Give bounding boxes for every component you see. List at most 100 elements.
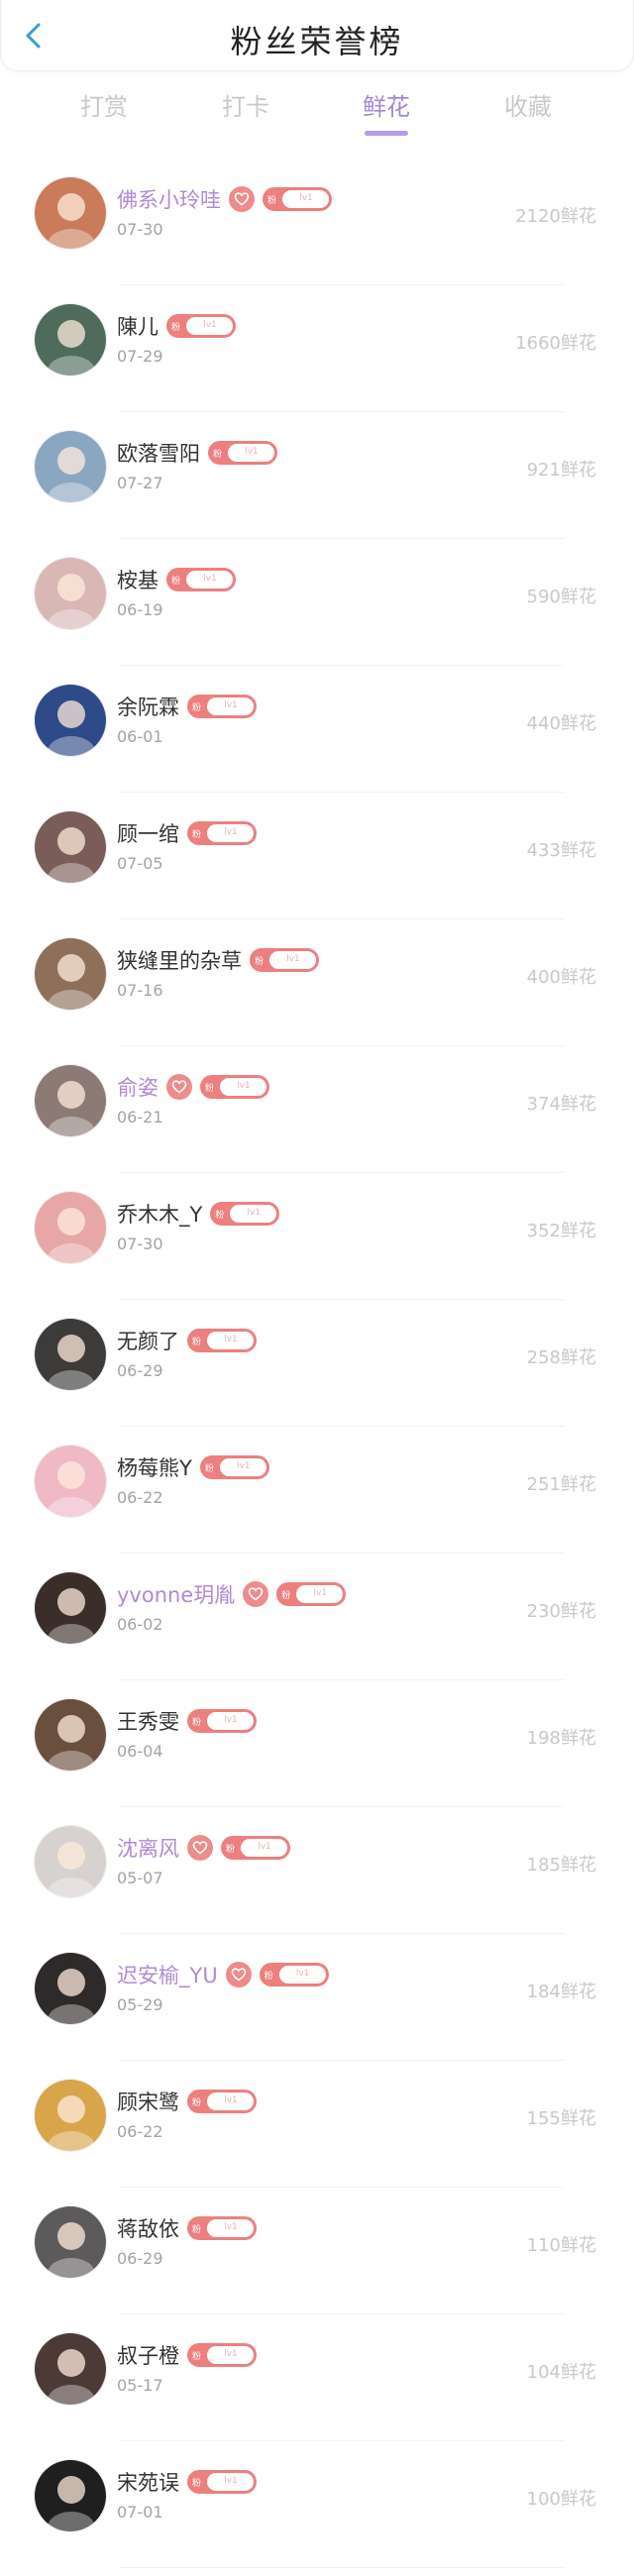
badge-level: lv1 xyxy=(245,447,259,457)
avatar-image xyxy=(35,2206,106,2278)
badge-level: lv1 xyxy=(224,1335,238,1344)
avatar[interactable] xyxy=(34,937,107,1011)
fan-row[interactable]: 无颜了 粉 lv1 06-29 258鲜花 xyxy=(0,1300,634,1427)
avatar[interactable] xyxy=(34,176,107,250)
fan-row[interactable]: 宋苑误 粉 lv1 07-01 100鲜花 xyxy=(0,2441,634,2568)
fan-date: 07-30 xyxy=(117,1234,163,1253)
avatar[interactable] xyxy=(34,1445,107,1518)
badge-level: lv1 xyxy=(295,1969,310,1979)
name-line: 狭缝里的杂草 粉 lv1 xyxy=(117,945,319,975)
heart-icon xyxy=(229,186,255,212)
avatar[interactable] xyxy=(34,684,107,757)
badge-level: lv1 xyxy=(224,700,238,710)
active-tab-indicator xyxy=(365,131,408,136)
fan-row[interactable]: 狭缝里的杂草 粉 lv1 07-16 400鲜花 xyxy=(0,919,634,1046)
fan-row[interactable]: 沈离风 粉 lv1 05-07 185鲜花 xyxy=(0,1807,634,1934)
fan-row[interactable]: 俞姿 粉 lv1 06-21 374鲜花 xyxy=(0,1046,634,1173)
flower-amount: 921鲜花 xyxy=(526,460,596,481)
fan-level-badge: 粉 lv1 xyxy=(187,2090,257,2113)
name-line: 顾宋鹭 粉 lv1 xyxy=(117,2087,257,2116)
row-divider xyxy=(119,2567,565,2568)
flower-amount: 590鲜花 xyxy=(526,587,596,607)
page-title: 粉丝荣誉榜 xyxy=(230,23,404,60)
fan-row[interactable]: 桉基 粉 lv1 06-19 590鲜花 xyxy=(0,539,634,666)
badge-level: lv1 xyxy=(247,1208,262,1218)
fan-row[interactable]: 陳儿 粉 lv1 07-29 1660鲜花 xyxy=(0,285,634,412)
fan-date: 06-22 xyxy=(117,2122,163,2141)
fan-row[interactable]: 乔木木_Y 粉 lv1 07-30 352鲜花 xyxy=(0,1173,634,1300)
fan-row[interactable]: 杨莓熊Y 粉 lv1 06-22 251鲜花 xyxy=(0,1427,634,1554)
fan-row[interactable]: yvonne玥胤 粉 lv1 06-02 230鲜花 xyxy=(0,1554,634,1680)
avatar[interactable] xyxy=(34,1064,107,1137)
name-line: 桉基 粉 lv1 xyxy=(117,565,236,594)
tab-flowers[interactable]: 鲜花 xyxy=(332,87,441,143)
fan-row[interactable]: 余阮霖 粉 lv1 06-01 440鲜花 xyxy=(0,666,634,793)
fan-date: 07-05 xyxy=(117,854,163,873)
avatar[interactable] xyxy=(34,1952,107,2025)
name-line: 叔子橙 粉 lv1 xyxy=(117,2340,257,2370)
tab-label: 打赏 xyxy=(80,93,128,121)
fan-name: 王秀雯 xyxy=(117,1710,179,1734)
tab-checkin[interactable]: 打卡 xyxy=(191,87,300,143)
fan-name: 狭缝里的杂草 xyxy=(117,949,242,973)
fan-date: 06-04 xyxy=(117,1742,163,1761)
fan-date: 06-01 xyxy=(117,727,163,746)
fan-name: 无颜了 xyxy=(117,1330,179,1353)
avatar[interactable] xyxy=(34,1698,107,1771)
header-bar: 粉丝荣誉榜 xyxy=(0,0,634,71)
badge-level: lv1 xyxy=(237,1461,251,1471)
fan-level-badge: 粉 lv1 xyxy=(187,821,257,845)
avatar[interactable] xyxy=(34,1825,107,1898)
fan-level-badge: 粉 lv1 xyxy=(250,948,319,972)
fan-level-badge: 粉 lv1 xyxy=(263,187,332,211)
name-line: 余阮霖 粉 lv1 xyxy=(117,692,257,721)
avatar-image xyxy=(35,304,106,376)
fan-row[interactable]: 佛系小玲哇 粉 lv1 07-30 2120鲜花 xyxy=(0,159,634,285)
fan-date: 07-01 xyxy=(117,2503,163,2522)
fan-row[interactable]: 蒋敌依 粉 lv1 06-29 110鲜花 xyxy=(0,2188,634,2314)
flower-amount: 258鲜花 xyxy=(526,1347,596,1368)
avatar[interactable] xyxy=(34,2079,107,2152)
avatar[interactable] xyxy=(34,2332,107,2406)
badge-level: lv1 xyxy=(286,954,300,964)
fan-row[interactable]: 欧落雪阳 粉 lv1 07-27 921鲜花 xyxy=(0,412,634,539)
avatar[interactable] xyxy=(34,303,107,376)
name-line: 乔木木_Y 粉 lv1 xyxy=(117,1199,280,1229)
fan-row[interactable]: 迟安榆_YU 粉 lv1 05-29 184鲜花 xyxy=(0,1934,634,2061)
fan-name: 桉基 xyxy=(117,569,158,592)
heart-icon xyxy=(166,1074,192,1100)
fan-name: 乔木木_Y xyxy=(117,1203,203,1227)
fan-date: 07-29 xyxy=(117,347,163,366)
tab-favorites[interactable]: 收藏 xyxy=(474,87,582,143)
avatar[interactable] xyxy=(34,2459,107,2532)
avatar-image xyxy=(35,1319,106,1390)
avatar[interactable] xyxy=(34,557,107,630)
fan-date: 06-21 xyxy=(117,1108,163,1127)
fan-row[interactable]: 叔子橙 粉 lv1 05-17 104鲜花 xyxy=(0,2314,634,2441)
fan-name: 蒋敌依 xyxy=(117,2217,179,2241)
fan-row[interactable]: 王秀雯 粉 lv1 06-04 198鲜花 xyxy=(0,1680,634,1807)
fan-row[interactable]: 顾一绾 粉 lv1 07-05 433鲜花 xyxy=(0,793,634,919)
tab-label: 打卡 xyxy=(222,93,269,121)
avatar[interactable] xyxy=(34,2205,107,2279)
avatar[interactable] xyxy=(34,1571,107,1645)
avatar[interactable] xyxy=(34,810,107,884)
avatar[interactable] xyxy=(34,430,107,503)
flower-amount: 2120鲜花 xyxy=(515,206,596,227)
fan-level-badge: 粉 lv1 xyxy=(187,2470,257,2494)
avatar-image xyxy=(35,1192,106,1263)
tab-reward[interactable]: 打赏 xyxy=(50,87,158,143)
flower-amount: 184鲜花 xyxy=(526,1982,596,2002)
fan-date: 07-27 xyxy=(117,474,163,492)
avatar[interactable] xyxy=(34,1318,107,1391)
name-line: 无颜了 粉 lv1 xyxy=(117,1326,257,1355)
fan-level-badge: 粉 lv1 xyxy=(200,1075,269,1099)
fan-date: 07-30 xyxy=(117,220,163,239)
fan-level-badge: 粉 lv1 xyxy=(276,1582,347,1606)
flower-amount: 185鲜花 xyxy=(526,1855,596,1876)
badge-level: lv1 xyxy=(299,193,313,203)
avatar[interactable] xyxy=(34,1191,107,1264)
name-line: 蒋敌依 粉 lv1 xyxy=(117,2213,257,2243)
fan-row[interactable]: 顾宋鹭 粉 lv1 06-22 155鲜花 xyxy=(0,2061,634,2188)
fan-date: 05-07 xyxy=(117,1869,163,1887)
